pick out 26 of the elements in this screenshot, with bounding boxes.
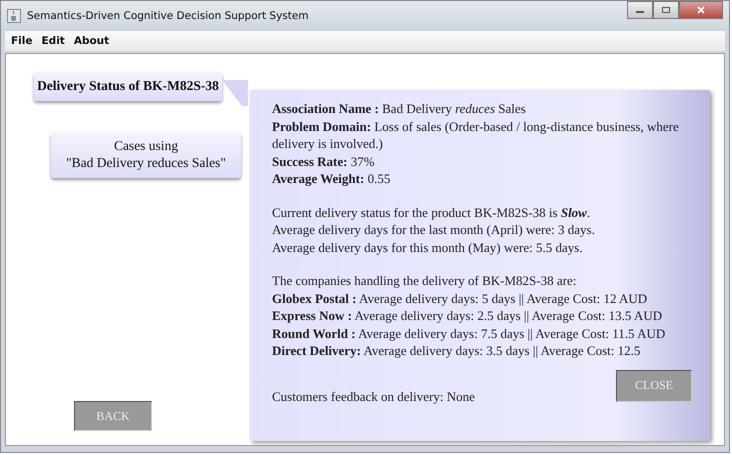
feedback-text: Customers feedback on delivery: None	[272, 388, 475, 406]
nav-button[interactable]: Cases using "Bad Delivery reduces Sales"	[51, 132, 241, 178]
window-title: Semantics-Driven Cognitive Decision Support System	[27, 10, 309, 22]
maximize-button[interactable]	[653, 1, 679, 19]
coffee-cup-icon	[7, 9, 21, 23]
minimize-button[interactable]	[627, 1, 653, 19]
menu-item[interactable]: File	[11, 35, 32, 47]
menu-item[interactable]: About	[74, 35, 110, 47]
pointer-triangle	[222, 80, 248, 106]
detail-text: Association Name : Bad Delivery reduces Sales	[272, 100, 527, 118]
close-icon	[696, 6, 706, 14]
company-text: The companies handling the delivery of BK-M82S-38 are:	[272, 272, 578, 290]
company-text: Round World : Average delivery days: 7.5 days || Average Cost: 11.5 AUD	[272, 324, 666, 342]
nav-button[interactable]: Delivery Status of BK-M82S-38	[34, 72, 222, 101]
detail-text: Problem Domain: Loss of sales (Order-based / long-distance business, where delivery is involved.)	[272, 118, 680, 152]
status-text: Average delivery days for the last month (April) were: 3 days.	[272, 221, 596, 238]
menu-item[interactable]: Edit	[42, 35, 65, 47]
detail-text: Average Weight: 0.55	[272, 170, 392, 188]
maximize-icon	[661, 6, 671, 14]
company-text: Globex Postal : Average delivery days: 5 days || Average Cost: 12 AUD	[272, 290, 648, 307]
status-text: Average delivery days for this month (May) were: 5.5 days.	[272, 238, 584, 256]
company-text: Direct Delivery: Average delivery days: 3.5 days || Average Cost: 12.5	[272, 342, 642, 360]
detail-text: Success Rate: 37%	[272, 152, 376, 170]
company-text: Express Now : Average delivery days: 2.5 days || Average Cost: 13.5 AUD	[272, 307, 664, 324]
close-button[interactable]	[679, 1, 723, 19]
status-text: Current delivery status for the product BK-M82S-38 is Slow.	[272, 204, 592, 221]
